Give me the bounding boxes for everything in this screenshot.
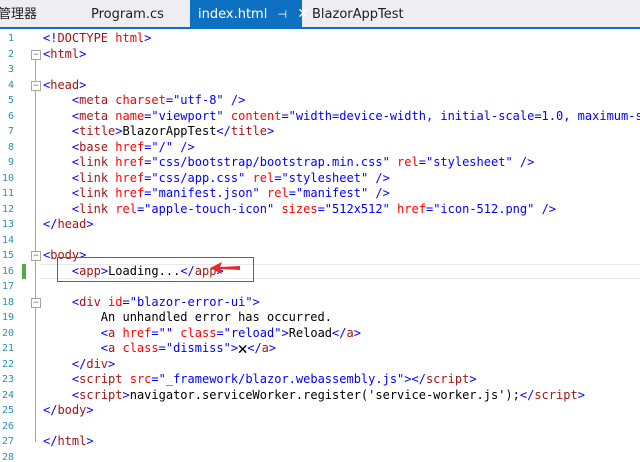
code-text: </html> (43, 434, 94, 448)
code-line[interactable]: 2 − <html> (0, 47, 640, 63)
code-line[interactable]: 26 (0, 419, 640, 435)
line-number: 7 (7, 126, 14, 137)
tab-label: index.html (198, 7, 268, 22)
code-text: <script>navigator.serviceWorker.register… (71, 387, 585, 402)
line-number: 17 (1, 281, 14, 292)
code-line[interactable]: 7 <title>BlazorAppTest</title> (0, 124, 640, 140)
code-line[interactable]: 5 <meta charset="utf-8" /> (0, 93, 640, 109)
code-text: <link href="css/app.css" rel="stylesheet… (71, 170, 390, 185)
line-number: 26 (1, 420, 14, 432)
line-number: 1 (7, 33, 14, 44)
tab-program-cs[interactable]: Program.cs (81, 0, 174, 27)
code-text: </head> (43, 217, 94, 231)
code-line[interactable]: 24 <script>navigator.serviceWorker.regis… (0, 388, 640, 404)
line-number: 2 (7, 48, 14, 60)
code-line[interactable]: 6 <meta name="viewport" content="width=d… (0, 109, 640, 125)
code-line[interactable]: 18 − <div id="blazor-error-ui"> (0, 295, 640, 311)
code-text: <script src="_framework/blazor.webassemb… (71, 372, 477, 386)
pin-icon[interactable]: ⊣ (277, 0, 287, 29)
arrow-left-icon (210, 262, 240, 274)
code-text: <html> (43, 46, 87, 61)
code-text: <link rel="apple-touch-icon" sizes="512x… (71, 201, 557, 216)
code-line[interactable]: 8 <base href="/" /> (0, 140, 640, 156)
line-number: 12 (1, 203, 14, 215)
code-line[interactable]: 12 <link rel="apple-touch-icon" sizes="5… (0, 202, 640, 218)
line-number: 13 (1, 219, 14, 230)
line-number: 11 (1, 188, 14, 199)
line-number: 22 (1, 358, 14, 370)
line-number: 16 (1, 265, 14, 277)
line-number: 4 (7, 79, 14, 91)
tab-label: BlazorAppTest (312, 7, 404, 22)
code-line[interactable]: 1 <!DOCTYPE html> (0, 31, 640, 47)
line-number: 5 (7, 95, 14, 106)
code-line[interactable]: 3 (0, 62, 640, 78)
code-text: <meta name="viewport" content="width=dev… (71, 108, 640, 123)
collapse-icon[interactable]: − (31, 80, 41, 91)
line-number: 8 (7, 141, 14, 153)
code-text: <!DOCTYPE html> (43, 31, 152, 45)
code-line[interactable]: 19 An unhandled error has occurred. (0, 310, 640, 326)
line-number: 15 (1, 250, 14, 261)
code-text: <meta charset="utf-8" /> (71, 93, 246, 107)
line-number: 24 (1, 389, 14, 401)
line-number: 27 (1, 436, 14, 447)
collapse-icon[interactable]: − (31, 251, 41, 261)
code-line[interactable]: 23 <script src="_framework/blazor.webass… (0, 372, 640, 388)
code-line[interactable]: 11 <link href="manifest.json" rel="manif… (0, 186, 640, 202)
code-line[interactable]: 21 <a class="dismiss">🗙</a> (0, 341, 640, 357)
line-number: 20 (1, 327, 14, 339)
code-text: </body> (43, 403, 94, 417)
code-line[interactable]: 27 </html> (0, 434, 640, 450)
change-marker (22, 263, 26, 279)
line-number: 14 (1, 234, 14, 246)
tab-index-html[interactable]: index.html ⊣ ✕ (190, 0, 309, 29)
document-tab-bar: 管理器 Program.cs index.html ⊣ ✕ BlazorAppT… (0, 0, 640, 29)
line-number: 3 (7, 64, 14, 75)
line-number: 9 (7, 157, 14, 168)
tab-solution-explorer[interactable]: 管理器 (0, 0, 43, 27)
collapse-icon[interactable]: − (31, 49, 41, 60)
tab-label: 管理器 (0, 7, 38, 22)
code-text: <head> (43, 77, 87, 92)
line-number: 23 (1, 374, 14, 385)
code-line[interactable]: 4 − <head> (0, 78, 640, 94)
code-text: <link href="css/bootstrap/bootstrap.min.… (71, 155, 535, 169)
code-line[interactable]: 10 <link href="css/app.css" rel="stylesh… (0, 171, 640, 187)
code-line[interactable]: 9 <link href="css/bootstrap/bootstrap.mi… (0, 155, 640, 171)
line-number: 6 (7, 110, 14, 122)
code-text: <a href="" class="reload">Reload</a> (100, 325, 361, 340)
code-line[interactable]: 20 <a href="" class="reload">Reload</a> (0, 326, 640, 342)
collapse-icon[interactable]: − (31, 297, 41, 308)
code-text: <base href="/" /> (71, 139, 195, 154)
code-line[interactable]: 13 </head> (0, 217, 640, 233)
tab-label: Program.cs (91, 7, 164, 22)
line-number: 10 (1, 172, 14, 184)
line-number: 28 (1, 451, 14, 462)
code-line[interactable]: 25 </body> (0, 403, 640, 419)
code-text: <div id="blazor-error-ui"> (71, 294, 260, 309)
code-line[interactable]: 28 (0, 450, 640, 462)
line-number: 18 (1, 296, 14, 308)
line-number: 25 (1, 405, 14, 416)
line-number: 21 (1, 343, 14, 354)
code-text: <title>BlazorAppTest</title> (71, 124, 275, 138)
code-editor[interactable]: 1 <!DOCTYPE html> 2− <html> 3 4− <head> 5 <meta… (0, 29, 640, 462)
code-line[interactable]: 14 (0, 233, 640, 249)
code-text: <link href="manifest.json" rel="manifest… (71, 186, 390, 200)
line-number: 19 (1, 312, 14, 323)
code-text: </div> (71, 356, 116, 371)
code-text: An unhandled error has occurred. (43, 310, 332, 324)
code-line[interactable]: 22 </div> (0, 357, 640, 373)
tab-blazorapptest[interactable]: BlazorAppTest (304, 0, 412, 27)
code-text: <a class="dismiss">🗙</a> (100, 341, 277, 355)
